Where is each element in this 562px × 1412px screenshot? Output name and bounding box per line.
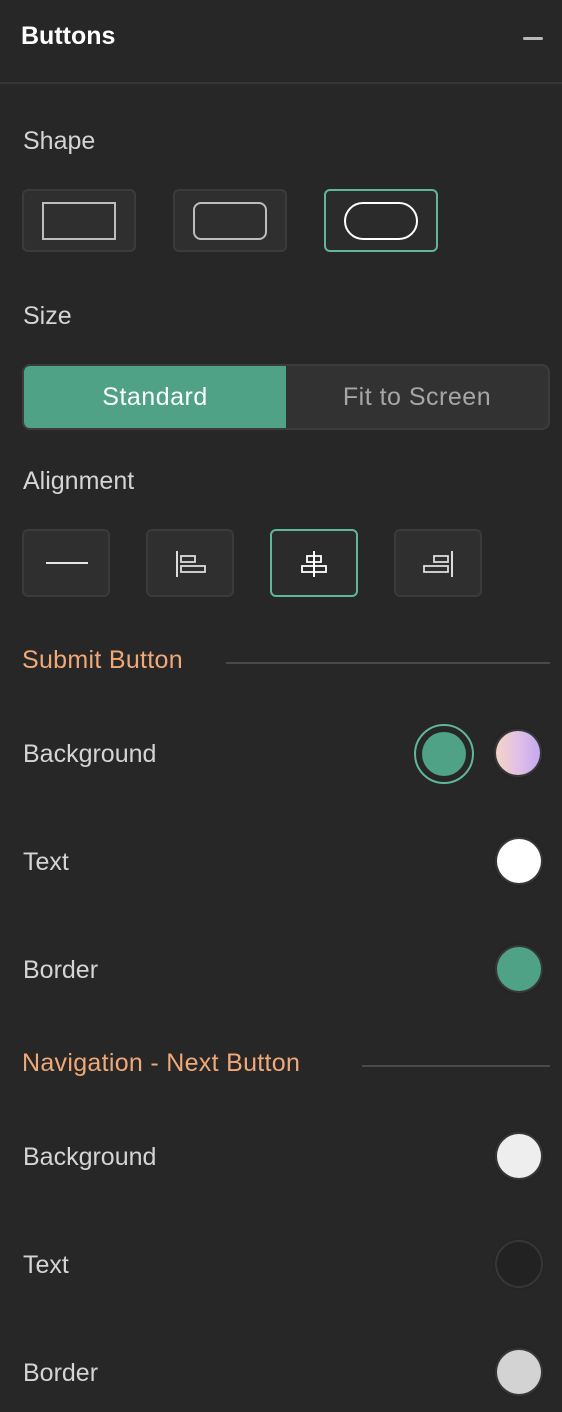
- align-right-button[interactable]: [394, 529, 482, 597]
- align-right-icon: [423, 551, 453, 577]
- next-border-color-swatch[interactable]: [497, 1350, 541, 1394]
- pill-shape-icon: [344, 202, 418, 240]
- submit-text-label: Text: [23, 848, 69, 876]
- submit-background-label: Background: [23, 740, 157, 768]
- shape-rectangle-button[interactable]: [22, 189, 136, 252]
- rectangle-shape-icon: [42, 202, 116, 240]
- submit-background-swatch-gradient[interactable]: [496, 731, 540, 775]
- size-label: Size: [23, 302, 72, 330]
- next-border-label: Border: [23, 1359, 99, 1387]
- align-center-icon: [301, 551, 327, 577]
- section-divider: [362, 1065, 550, 1067]
- submit-text-color-swatch[interactable]: [497, 839, 541, 883]
- shape-label: Shape: [23, 127, 96, 155]
- next-text-label: Text: [23, 1251, 69, 1279]
- panel-title: Buttons: [21, 22, 116, 50]
- align-full-width-button[interactable]: [22, 529, 110, 597]
- next-text-color-swatch[interactable]: [497, 1242, 541, 1286]
- align-center-button[interactable]: [270, 529, 358, 597]
- next-background-color-swatch[interactable]: [497, 1134, 541, 1178]
- submit-button-section-heading: Submit Button: [22, 646, 183, 674]
- swatch-fill: [422, 732, 466, 776]
- size-segmented-control: Standard Fit to Screen: [22, 364, 550, 430]
- next-background-label: Background: [23, 1143, 157, 1171]
- size-fit-to-screen-option[interactable]: Fit to Screen: [286, 366, 548, 428]
- section-divider: [226, 662, 550, 664]
- submit-border-color-swatch[interactable]: [497, 947, 541, 991]
- size-standard-option[interactable]: Standard: [24, 366, 286, 428]
- shape-rounded-button[interactable]: [173, 189, 287, 252]
- shape-pill-button[interactable]: [324, 189, 438, 252]
- alignment-label: Alignment: [23, 467, 135, 495]
- panel-header: Buttons: [0, 0, 562, 84]
- rounded-rectangle-shape-icon: [193, 202, 267, 240]
- minus-icon[interactable]: [521, 28, 545, 48]
- full-width-align-icon: [46, 562, 88, 564]
- align-left-icon: [176, 551, 206, 577]
- submit-border-label: Border: [23, 956, 99, 984]
- align-left-button[interactable]: [146, 529, 234, 597]
- submit-background-swatch-green[interactable]: [414, 724, 474, 784]
- next-button-section-heading: Navigation - Next Button: [22, 1049, 301, 1077]
